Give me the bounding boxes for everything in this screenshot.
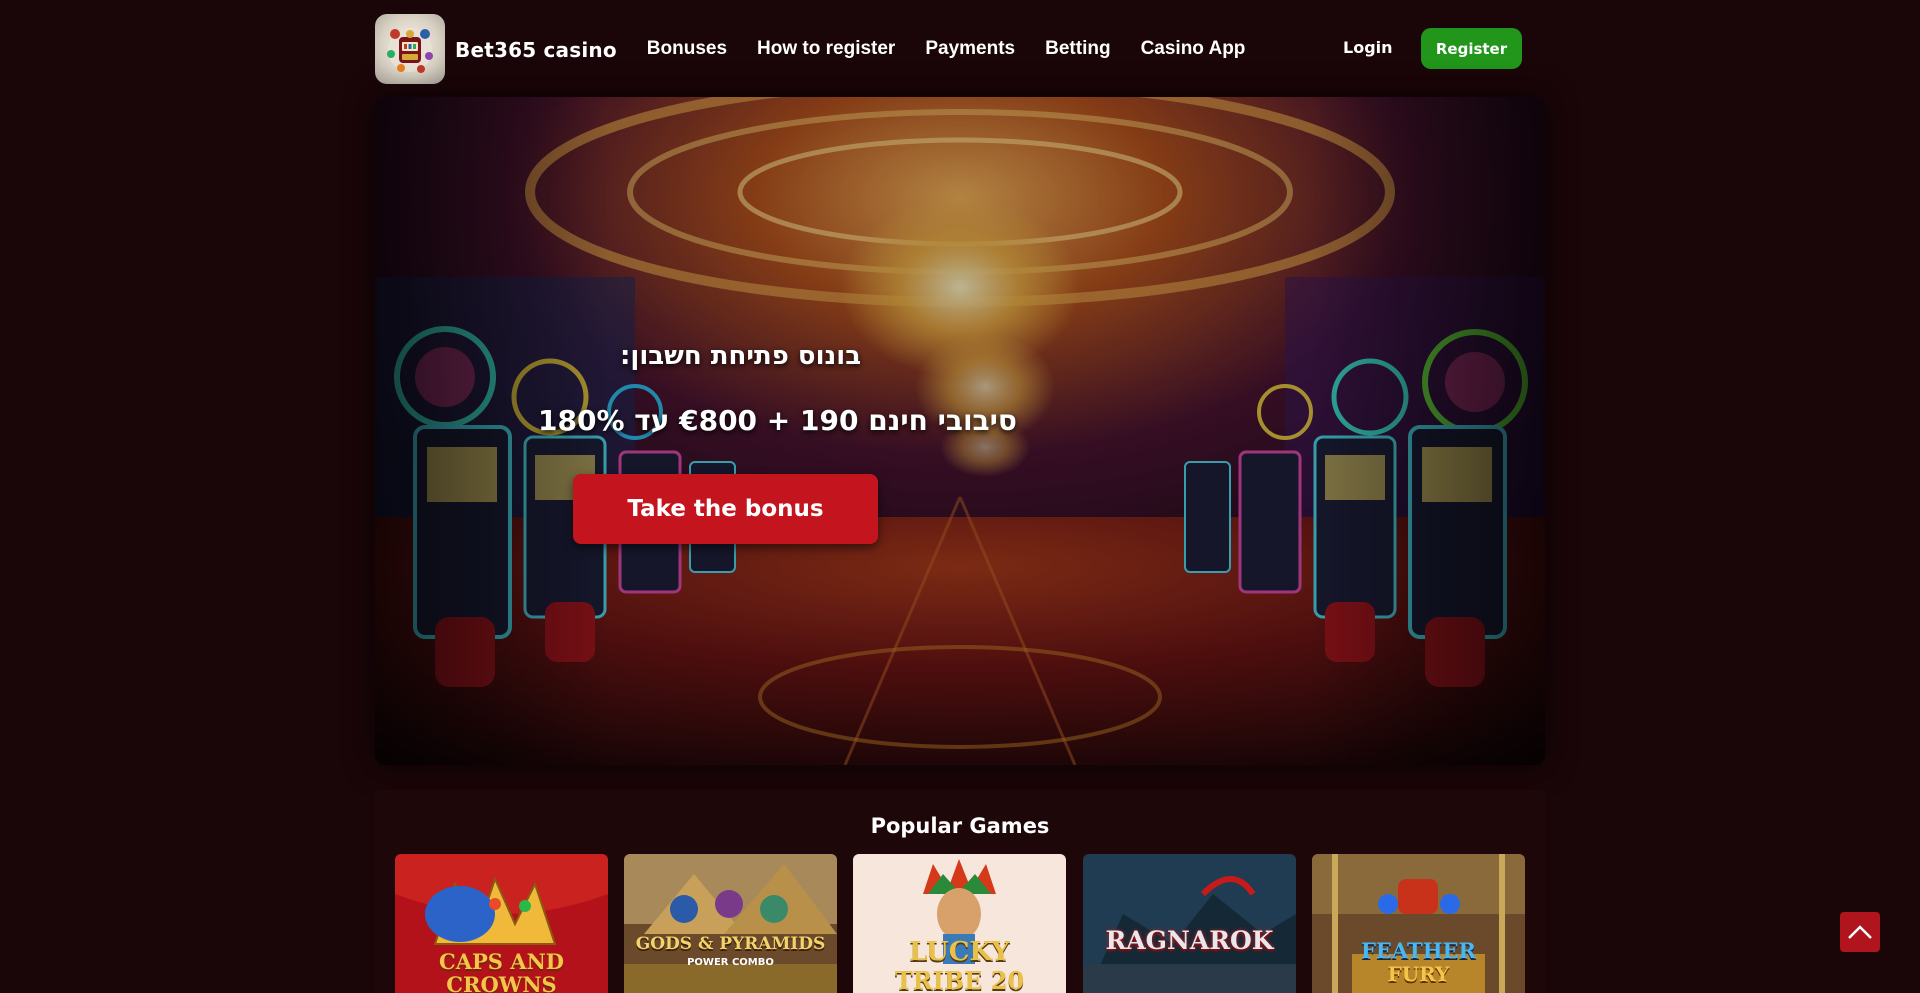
scroll-to-top-button[interactable] [1840,912,1880,952]
register-button[interactable]: Register [1421,28,1522,69]
game-card-feather-fury[interactable]: FEATHER FURY [1312,854,1525,993]
brand-name[interactable]: Bet365 casino [455,38,617,62]
chevron-up-icon [1848,925,1872,939]
game-card-gods-pyramids[interactable]: GODS & PYRAMIDS POWER COMBO [624,854,837,993]
hero-subtitle: בונוס פתיחת חשבון: [620,341,862,371]
site-header: Bet365 casino Bonuses How to register Pa… [375,0,1522,97]
nav-item-bonuses[interactable]: Bonuses [647,38,727,60]
game-card-caps-and-crowns[interactable]: CAPS AND CROWNS [395,854,608,993]
gods-pyramids-thumbnail [624,854,837,993]
nav-item-casino-app[interactable]: Casino App [1141,38,1246,60]
game-label-line1: FEATHER [1361,938,1476,963]
main-nav: Bonuses How to register Payments Betting… [647,38,1276,60]
ragnarok-thumbnail [1083,854,1296,993]
hero-banner: בונוס פתיחת חשבון: 180% סיבובי חינם 190 … [375,97,1545,765]
nav-item-how-to-register[interactable]: How to register [757,38,895,60]
game-label-line2: TRIBE 20 [894,966,1025,993]
game-label-line1: CAPS AND [439,949,564,974]
game-card-lucky-tribe-20[interactable]: LUCKY TRIBE 20 [853,854,1066,993]
casino-slot-machine-icon [387,27,433,73]
popular-games-title: Popular Games [870,814,1050,838]
logo[interactable] [375,13,445,84]
take-bonus-button[interactable]: Take the bonus [573,474,878,544]
nav-item-payments[interactable]: Payments [925,38,1015,60]
nav-item-betting[interactable]: Betting [1045,38,1110,60]
game-label-line1: LUCKY [909,937,1010,967]
game-label-line2: POWER COMBO [687,957,774,968]
game-card-ragnarok[interactable]: RAGNAROK [1083,854,1296,993]
game-label-line1: GODS & PYRAMIDS [635,934,826,954]
game-label-line2: FURY [1387,962,1450,986]
popular-games-section: Popular Games CAPS AND CROWNS GODS & PYR… [375,790,1545,993]
login-link[interactable]: Login [1343,38,1393,57]
game-label-line1: RAGNAROK [1105,926,1274,955]
hero-title: 180% סיבובי חינם 190 + €800 עד [538,404,1017,437]
game-label-line2: CROWNS [446,972,557,993]
